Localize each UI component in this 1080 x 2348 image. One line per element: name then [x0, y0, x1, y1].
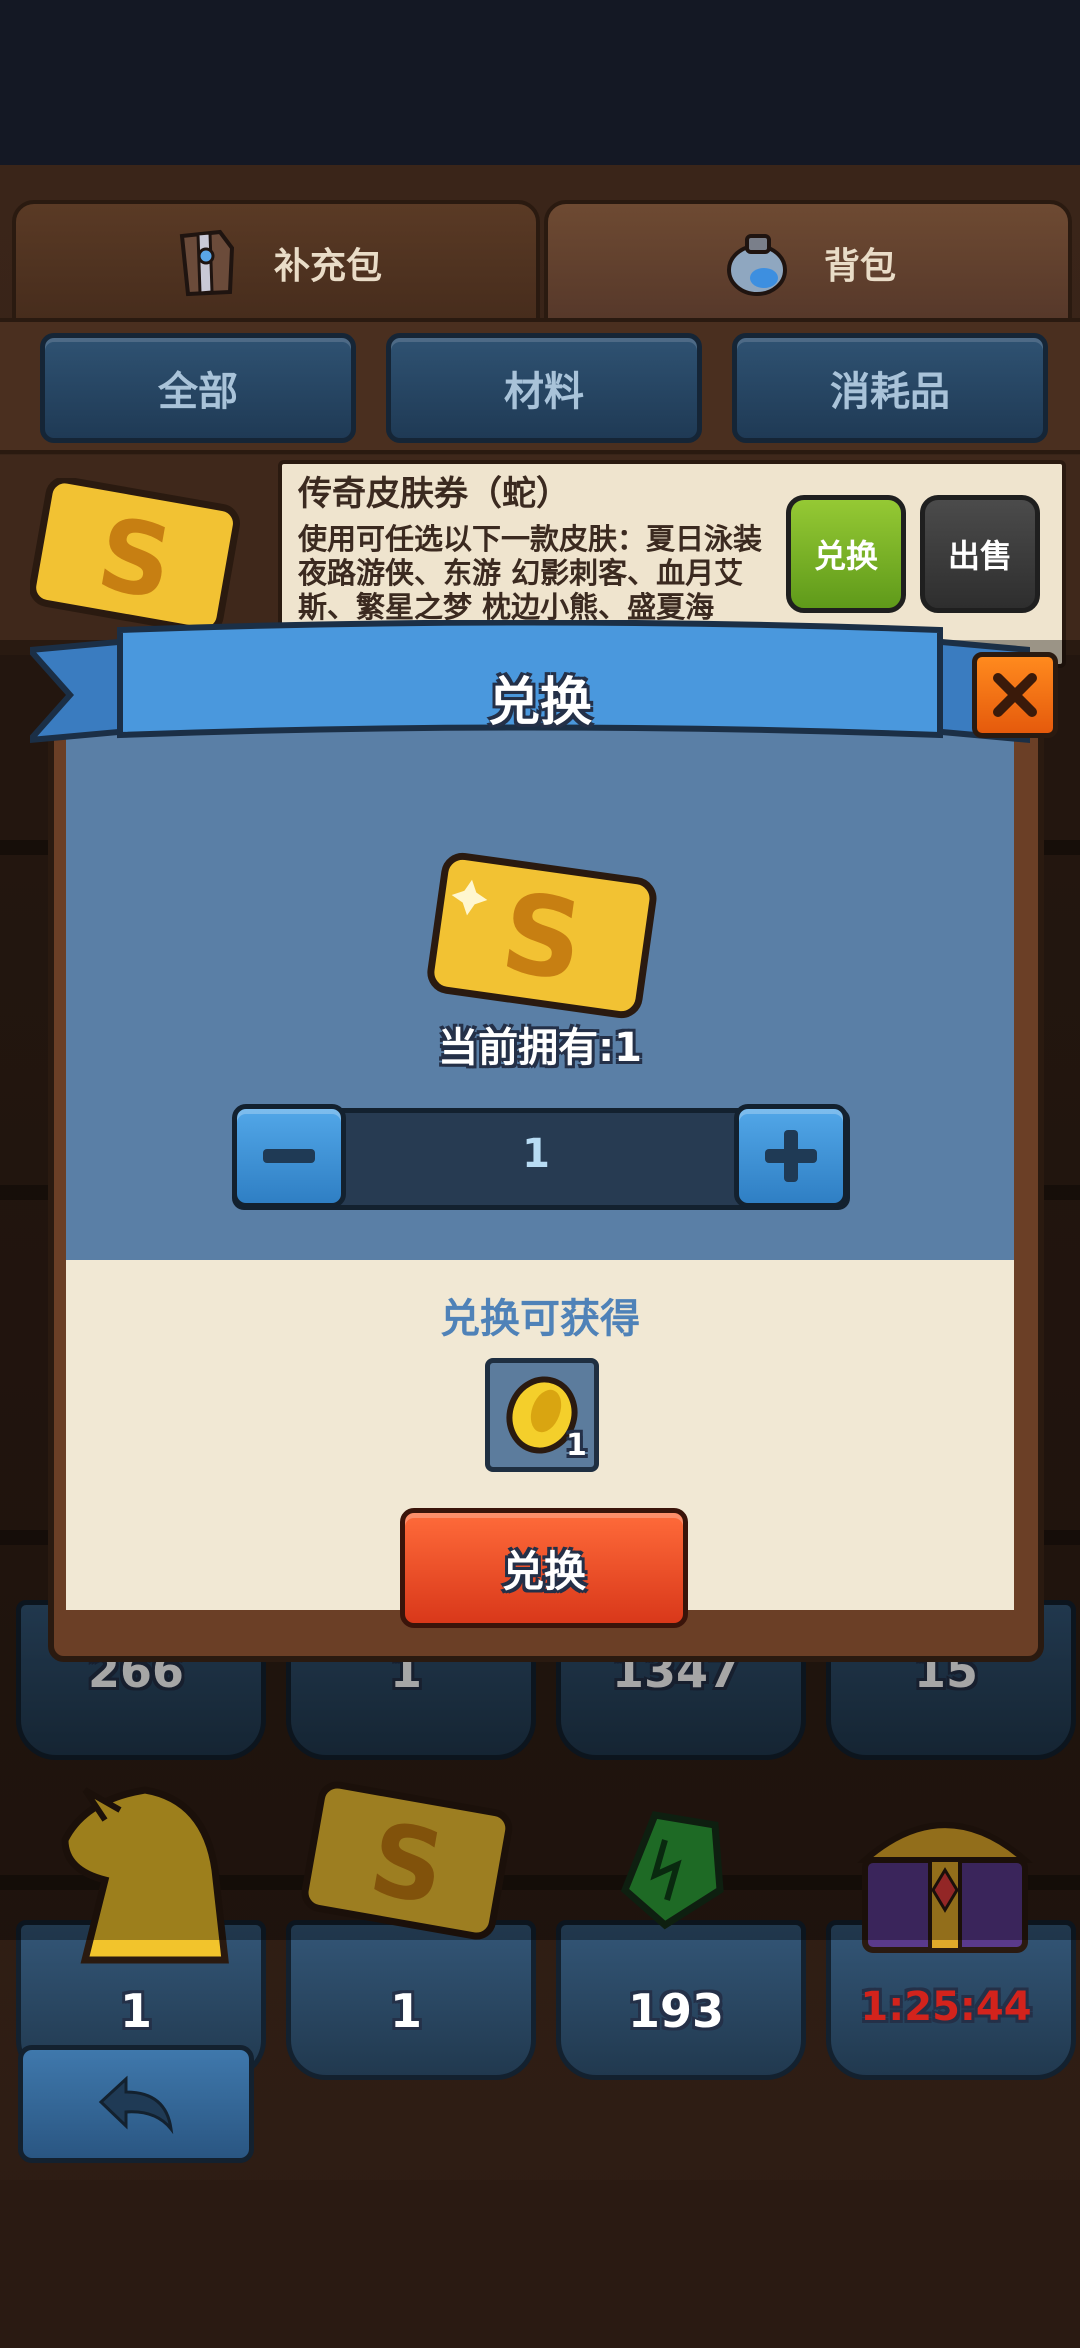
item-count: 193 [627, 1984, 725, 2038]
owned-count-text: 当前拥有:1 [438, 1025, 642, 1071]
back-arrow-icon [98, 2075, 174, 2134]
item-title: 传奇皮肤券（蛇） [298, 474, 570, 514]
detail-sell-button[interactable]: 出售 [920, 495, 1040, 613]
tab-backpack-label: 背包 [823, 246, 896, 287]
filter-materials-button[interactable]: 材料 [386, 333, 702, 443]
close-icon [993, 673, 1037, 717]
filter-all-button[interactable]: 全部 [40, 333, 356, 443]
tab-backpack[interactable]: 背包 [544, 200, 1072, 326]
bottom-strip [0, 2180, 1080, 2348]
tab-supply-pack[interactable]: 补充包 [12, 200, 540, 326]
potion-bag-icon [726, 234, 787, 296]
filter-consumables-button[interactable]: 消耗品 [732, 333, 1048, 443]
minus-icon [263, 1149, 315, 1163]
increase-button[interactable] [734, 1104, 848, 1208]
item-count: 1 [389, 1984, 422, 2038]
dialog-title: 兑换 [487, 673, 592, 733]
tab-supply-label: 补充包 [273, 246, 382, 287]
confirm-exchange-button[interactable]: 兑换 [400, 1508, 688, 1628]
decrease-button[interactable] [232, 1104, 346, 1208]
skin-ticket-icon: S [427, 852, 657, 1019]
close-button[interactable] [972, 652, 1058, 738]
plus-icon [765, 1130, 817, 1182]
reward-count: 1 [566, 1428, 587, 1463]
skin-ticket-icon[interactable]: S [30, 478, 240, 628]
reward-label: 兑换可获得 [440, 1296, 640, 1342]
chest-timer: 1:25:44 [860, 1984, 1032, 2030]
detail-exchange-button[interactable]: 兑换 [786, 495, 906, 613]
back-button[interactable] [18, 2045, 254, 2163]
item-count: 1 [119, 1984, 152, 2038]
status-bar-area [0, 0, 1080, 165]
item-description: 使用可任选以下一款皮肤：夏日泳装 夜路游侠、东游 幻影刺客、血月艾斯、繁星之梦 … [298, 522, 763, 624]
supply-pack-icon [179, 229, 235, 297]
